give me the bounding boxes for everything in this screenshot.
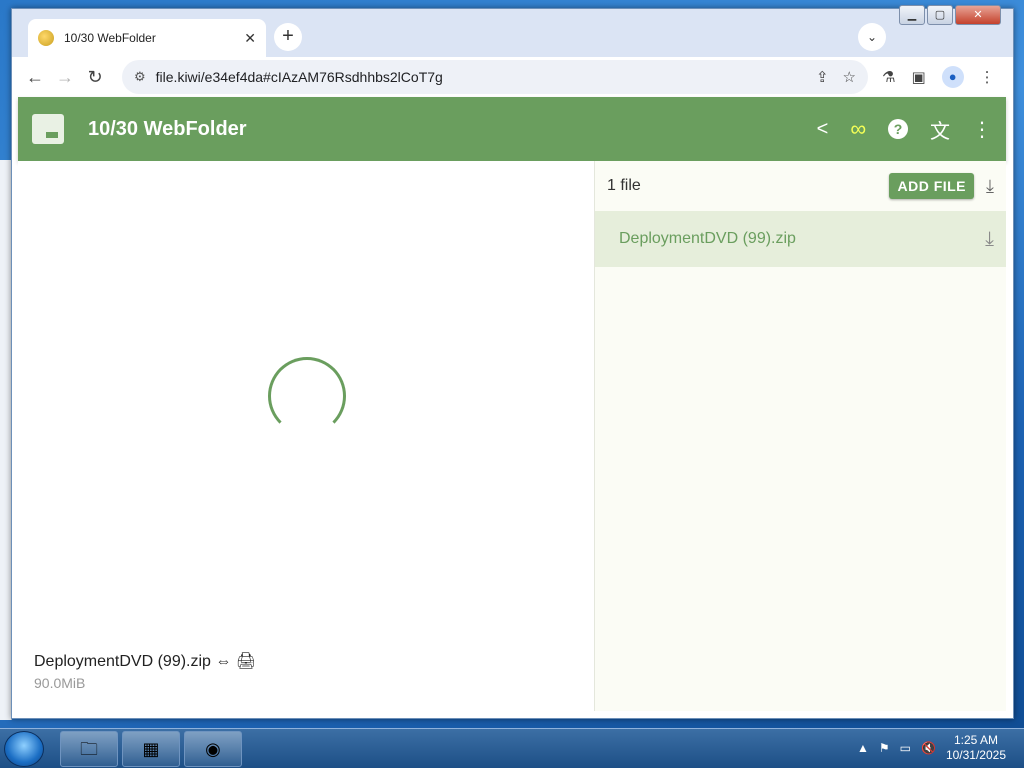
app-header: 10/30 WebFolder < ∞ ? 文 ⋮ (18, 97, 1006, 161)
file-download-icon[interactable]: ⤓ (985, 228, 994, 251)
tab-search-button[interactable]: ⌄ (858, 23, 886, 51)
tab-close-icon[interactable]: ✕ (244, 30, 256, 47)
reload-button[interactable]: ↻ (80, 62, 110, 92)
page-title: 10/30 WebFolder (88, 117, 247, 140)
url-text[interactable]: file.kiwi/e34ef4da#cIAzAM76Rsdhhbs2lCoT7… (156, 69, 816, 85)
loading-spinner (268, 357, 346, 435)
side-panel-icon[interactable]: ▣ (911, 68, 925, 86)
preview-file-size: 90.0MiB (34, 675, 86, 691)
file-count: 1 file (607, 177, 641, 194)
maximize-button[interactable]: ▢ (927, 5, 953, 25)
site-info-icon[interactable]: ⚙ (134, 69, 146, 85)
browser-tab[interactable]: 10/30 WebFolder ✕ (28, 19, 266, 57)
clock[interactable]: 1:25 AM 10/31/2025 (946, 733, 1006, 763)
window-controls: ▁ ▢ ✕ (899, 5, 1001, 25)
clock-date: 10/31/2025 (945, 748, 1006, 762)
address-bar[interactable]: ⚙ file.kiwi/e34ef4da#cIAzAM76Rsdhhbs2lCo… (122, 60, 868, 94)
preview-pane: DeploymentDVD (99).zip ⇔ 🖨 90.0MiB (18, 161, 594, 711)
forward-button[interactable]: → (50, 62, 80, 92)
labs-flask-icon[interactable]: ⚗ (882, 68, 895, 86)
close-window-button[interactable]: ✕ (955, 5, 1001, 25)
preview-file-caption: DeploymentDVD (99).zip ⇔ 🖨 (34, 653, 257, 670)
share-icon[interactable]: < (817, 118, 829, 141)
taskbar-chrome-button[interactable]: ◉ (184, 731, 242, 767)
bookmark-star-icon[interactable]: ☆ (843, 68, 856, 86)
share-page-icon[interactable]: ⇪ (816, 68, 829, 86)
volume-muted-icon[interactable]: 🔇 (921, 741, 936, 755)
browser-toolbar: ← → ↻ ⚙ file.kiwi/e34ef4da#cIAzAM76Rsdhh… (12, 57, 1013, 97)
network-icon[interactable]: ▭ (900, 741, 911, 755)
add-file-button[interactable]: ADD FILE (889, 173, 975, 199)
browser-menu-icon[interactable]: ⋮ (980, 68, 995, 86)
tab-bar: 10/30 WebFolder ✕ + ⌄ ▁ ▢ ✕ (12, 5, 1013, 57)
browser-window: 10/30 WebFolder ✕ + ⌄ ▁ ▢ ✕ ← → ↻ ⚙ file… (11, 5, 1014, 719)
taskbar-explorer-button[interactable]: 🗀 (60, 731, 118, 767)
profile-avatar-icon[interactable]: ● (941, 66, 964, 88)
help-icon[interactable]: ? (888, 119, 908, 139)
webfolder-logo-icon (32, 114, 64, 144)
app-menu-icon[interactable]: ⋮ (972, 117, 992, 142)
back-button[interactable]: ← (20, 62, 50, 92)
clock-time: 1:25 AM (953, 733, 998, 747)
download-all-icon[interactable]: ⤓ (986, 176, 994, 197)
action-center-flag-icon[interactable]: ⚑ (879, 741, 890, 755)
infinity-icon[interactable]: ∞ (850, 116, 866, 142)
file-row[interactable]: DeploymentDVD (99).zip ⤓ (595, 211, 1006, 267)
taskbar-control-panel-button[interactable]: ▦ (122, 731, 180, 767)
minimize-button[interactable]: ▁ (899, 5, 925, 25)
new-tab-button[interactable]: + (274, 23, 302, 51)
system-tray: ▲ ⚑ ▭ 🔇 1:25 AM 10/31/2025 (857, 733, 1006, 763)
favicon-icon (38, 30, 54, 46)
tab-title: 10/30 WebFolder (64, 31, 156, 45)
start-button[interactable] (4, 731, 44, 767)
tray-expand-icon[interactable]: ▲ (857, 741, 869, 755)
file-list-pane: 1 file ADD FILE ⤓ DeploymentDVD (99).zip… (594, 161, 1006, 711)
translate-icon[interactable]: 文 (930, 115, 950, 144)
taskbar: 🗀 ▦ ◉ ▲ ⚑ ▭ 🔇 1:25 AM 10/31/2025 (0, 728, 1024, 768)
file-list-header: 1 file ADD FILE ⤓ (595, 161, 1006, 211)
file-name[interactable]: DeploymentDVD (99).zip (619, 230, 985, 248)
